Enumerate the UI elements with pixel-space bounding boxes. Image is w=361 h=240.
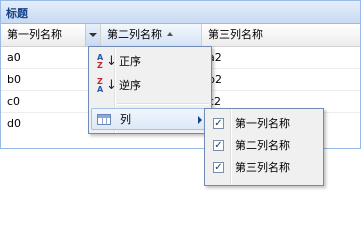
checkbox-checked-icon[interactable]: ✓	[213, 162, 224, 173]
column-context-menu: A Z ↓ 正序 Z A ↓ 逆序 列	[88, 46, 212, 134]
grid-column-header: 第一列名称 第二列名称 第三列名称	[1, 24, 360, 47]
sort-ascending-icon: A Z ↓	[97, 53, 117, 70]
table-cell: c0	[7, 95, 21, 108]
table-cell: a0	[7, 51, 21, 64]
menu-item-sort-asc[interactable]: A Z ↓ 正序	[91, 51, 209, 73]
checkbox-checked-icon[interactable]: ✓	[213, 140, 224, 151]
columns-icon	[97, 114, 111, 125]
sort-ascending-indicator-icon	[167, 32, 173, 36]
menu-item-label: 第三列名称	[235, 161, 290, 174]
menu-item-sort-desc[interactable]: Z A ↓ 逆序	[91, 75, 209, 97]
column-header-1[interactable]: 第一列名称	[1, 24, 101, 46]
columns-submenu: ✓ 第一列名称 ✓ 第二列名称 ✓ 第三列名称	[204, 108, 324, 186]
checkbox-checked-icon[interactable]: ✓	[213, 118, 224, 129]
sort-descending-icon: Z A ↓	[97, 77, 117, 94]
menu-item-label: 第一列名称	[235, 117, 290, 130]
menu-item-label: 第二列名称	[235, 139, 290, 152]
column-menu-trigger[interactable]	[85, 24, 100, 46]
panel-header: 标题	[1, 1, 360, 24]
menu-item-toggle-column-3[interactable]: ✓ 第三列名称	[207, 157, 321, 179]
panel-title: 标题	[6, 7, 28, 20]
menu-item-columns[interactable]: 列	[91, 108, 209, 130]
column-header-2[interactable]: 第二列名称	[101, 24, 202, 46]
table-cell: b0	[7, 73, 21, 86]
chevron-down-icon	[89, 33, 97, 37]
menu-item-label: 逆序	[119, 79, 141, 92]
submenu-arrow-icon	[198, 116, 202, 124]
menu-item-toggle-column-2[interactable]: ✓ 第二列名称	[207, 135, 321, 157]
column-header-2-label: 第二列名称	[107, 28, 162, 41]
menu-item-label: 正序	[119, 55, 141, 68]
menu-item-toggle-column-1[interactable]: ✓ 第一列名称	[207, 113, 321, 135]
table-cell: d0	[7, 117, 21, 130]
column-header-3[interactable]: 第三列名称	[202, 24, 360, 46]
column-header-3-label: 第三列名称	[208, 28, 263, 41]
column-header-1-label: 第一列名称	[7, 28, 62, 41]
menu-item-label: 列	[120, 113, 131, 126]
menu-separator	[117, 103, 209, 105]
